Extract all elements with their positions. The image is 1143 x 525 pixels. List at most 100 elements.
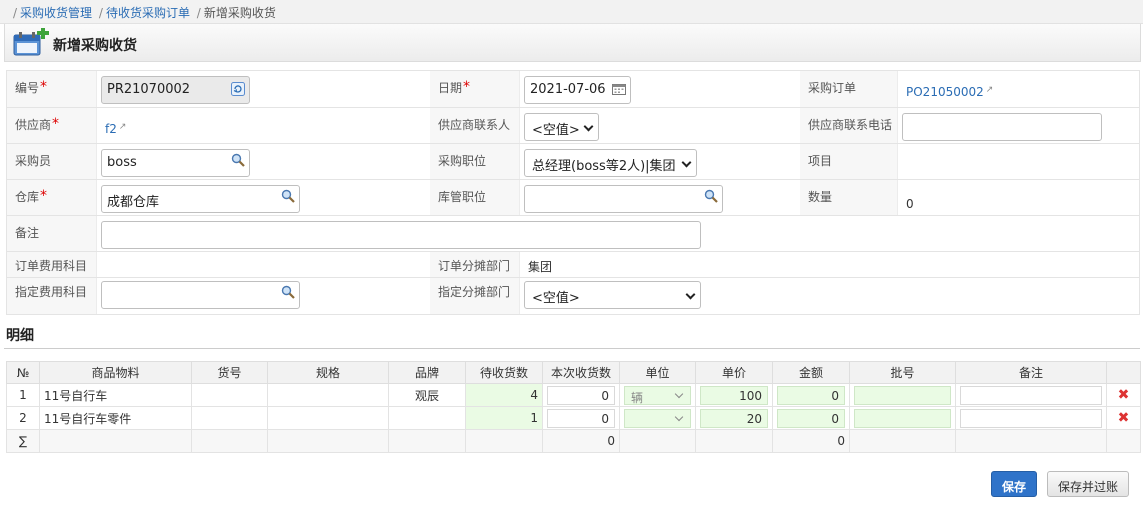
buyer-position-cell: 总经理(boss等2人)|集团 (520, 144, 800, 179)
row-remark-input[interactable] (960, 408, 1102, 428)
supplier-phone-input[interactable] (902, 113, 1102, 141)
unit-select[interactable]: 辆 (624, 385, 691, 405)
assign-fee-input[interactable] (101, 281, 300, 309)
breadcrumb: / 采购收货管理 / 待收货采购订单 / 新增采购收货 (0, 0, 1143, 24)
price-input[interactable]: 100 (700, 385, 768, 405)
search-icon[interactable] (281, 189, 295, 203)
price-cell: 20 (695, 406, 773, 430)
sum-empty (849, 429, 956, 453)
form-row: 采购员 boss 采购职位 总经理(boss等2人)|集团 项目 (7, 144, 1139, 180)
chevron-down-icon (674, 389, 684, 398)
section-title-detail: 明细 (6, 328, 34, 344)
delete-x-icon[interactable]: ✖ (1106, 406, 1141, 430)
date-cell: 2021-07-06 (520, 71, 800, 107)
row-remark-input[interactable] (960, 385, 1102, 405)
receive-qty-cell: 0 (542, 383, 620, 407)
sku-cell (191, 406, 268, 430)
quantity-cell: 0 (898, 180, 1132, 215)
brand-cell (388, 406, 466, 430)
breadcrumb-separator: / (13, 6, 18, 20)
column-header: 金额 (772, 361, 850, 384)
column-header: 本次收货数 (542, 361, 620, 384)
refresh-icon[interactable] (231, 82, 245, 96)
breadcrumb-separator: / (98, 6, 103, 20)
receipt-form: 编号* PR21070002 日期* 2021-07-06 采购订单 PO210… (6, 70, 1140, 315)
column-header: 规格 (267, 361, 389, 384)
search-icon[interactable] (231, 153, 245, 167)
search-icon[interactable] (281, 285, 295, 299)
supplier-contact-label: 供应商联系人 (430, 108, 520, 143)
assign-dept-select[interactable]: <空值> (524, 281, 701, 309)
code-input[interactable]: PR21070002 (101, 76, 250, 104)
warehouse-input[interactable]: 成都仓库 (101, 185, 300, 213)
buyer-position-label: 采购职位 (430, 144, 520, 179)
sum-empty (388, 429, 466, 453)
order-dept-cell: 集团 (520, 252, 1132, 277)
sum-empty (695, 429, 773, 453)
sum-empty (191, 429, 268, 453)
receive-qty-input[interactable]: 0 (547, 385, 615, 405)
price-input[interactable]: 20 (700, 408, 768, 428)
sum-row: ∑ 0 0 (6, 429, 1141, 453)
remark-cell (955, 406, 1107, 430)
project-label: 项目 (800, 144, 898, 179)
column-header: 备注 (955, 361, 1107, 384)
column-header: 货号 (191, 361, 268, 384)
save-and-post-button[interactable]: 保存并过账 (1047, 471, 1129, 497)
column-header: № (6, 361, 40, 384)
breadcrumb-link-pending-orders[interactable]: 待收货采购订单 (106, 6, 190, 20)
amount-input[interactable]: 0 (777, 408, 845, 428)
column-header (1106, 361, 1141, 384)
po-link[interactable]: PO21050002 (906, 85, 984, 99)
assign-dept-label: 指定分摊部门 (430, 278, 520, 314)
receive-qty-input[interactable]: 0 (547, 408, 615, 428)
required-mark: * (52, 116, 60, 132)
date-input[interactable]: 2021-07-06 (524, 76, 631, 104)
delete-x-icon[interactable]: ✖ (1106, 383, 1141, 407)
breadcrumb-link-receiving[interactable]: 采购收货管理 (20, 6, 92, 20)
remark-cell (97, 216, 1139, 251)
table-row: 1 11号自行车 观辰 4 0 辆 100 0 ✖ (6, 383, 1141, 407)
detail-table: № 商品物料 货号 规格 品牌 待收货数 本次收货数 单位 单价 金额 批号 备… (6, 361, 1141, 453)
sum-empty (619, 429, 696, 453)
item-name: 11号自行车零件 (39, 406, 192, 430)
keeper-position-input[interactable] (524, 185, 723, 213)
supplier-phone-label: 供应商联系电话 (800, 108, 898, 143)
unit-cell: 辆 (619, 383, 696, 407)
chevron-down-icon (681, 157, 692, 168)
breadcrumb-separator: / (196, 6, 201, 20)
calendar-icon[interactable] (612, 83, 626, 97)
column-header: 商品物料 (39, 361, 192, 384)
amount-cell: 0 (772, 383, 850, 407)
amount-input[interactable]: 0 (777, 385, 845, 405)
column-header: 品牌 (388, 361, 466, 384)
po-label: 采购订单 (800, 71, 898, 107)
buyer-input[interactable]: boss (101, 149, 250, 177)
search-icon[interactable] (704, 189, 718, 203)
required-mark: * (463, 79, 471, 95)
save-button[interactable]: 保存 (991, 471, 1037, 497)
supplier-contact-select[interactable]: <空值> (524, 113, 599, 141)
buyer-position-select[interactable]: 总经理(boss等2人)|集团 (524, 149, 697, 177)
sum-empty (465, 429, 543, 453)
supplier-label: 供应商* (7, 108, 97, 143)
remark-cell (955, 383, 1107, 407)
order-fee-cell (97, 252, 430, 277)
remark-input[interactable] (101, 221, 701, 249)
row-number: 2 (6, 406, 40, 430)
unit-select[interactable] (624, 408, 691, 428)
form-row: 订单费用科目 订单分摊部门 集团 (7, 252, 1139, 278)
batch-input[interactable] (854, 385, 951, 405)
order-fee-value (101, 257, 430, 258)
batch-input[interactable] (854, 408, 951, 428)
price-cell: 100 (695, 383, 773, 407)
buyer-cell: boss (97, 144, 430, 179)
supplier-link[interactable]: f2 (105, 122, 117, 136)
sum-amount-total: 0 (772, 429, 850, 453)
form-row: 备注 (7, 216, 1139, 252)
po-link-wrap: PO21050002 ↗ (902, 76, 1132, 99)
item-name: 11号自行车 (39, 383, 192, 407)
sum-empty (955, 429, 1107, 453)
pending-qty: 4 (465, 383, 543, 407)
page-header: 新增采购收货 (4, 24, 1141, 62)
